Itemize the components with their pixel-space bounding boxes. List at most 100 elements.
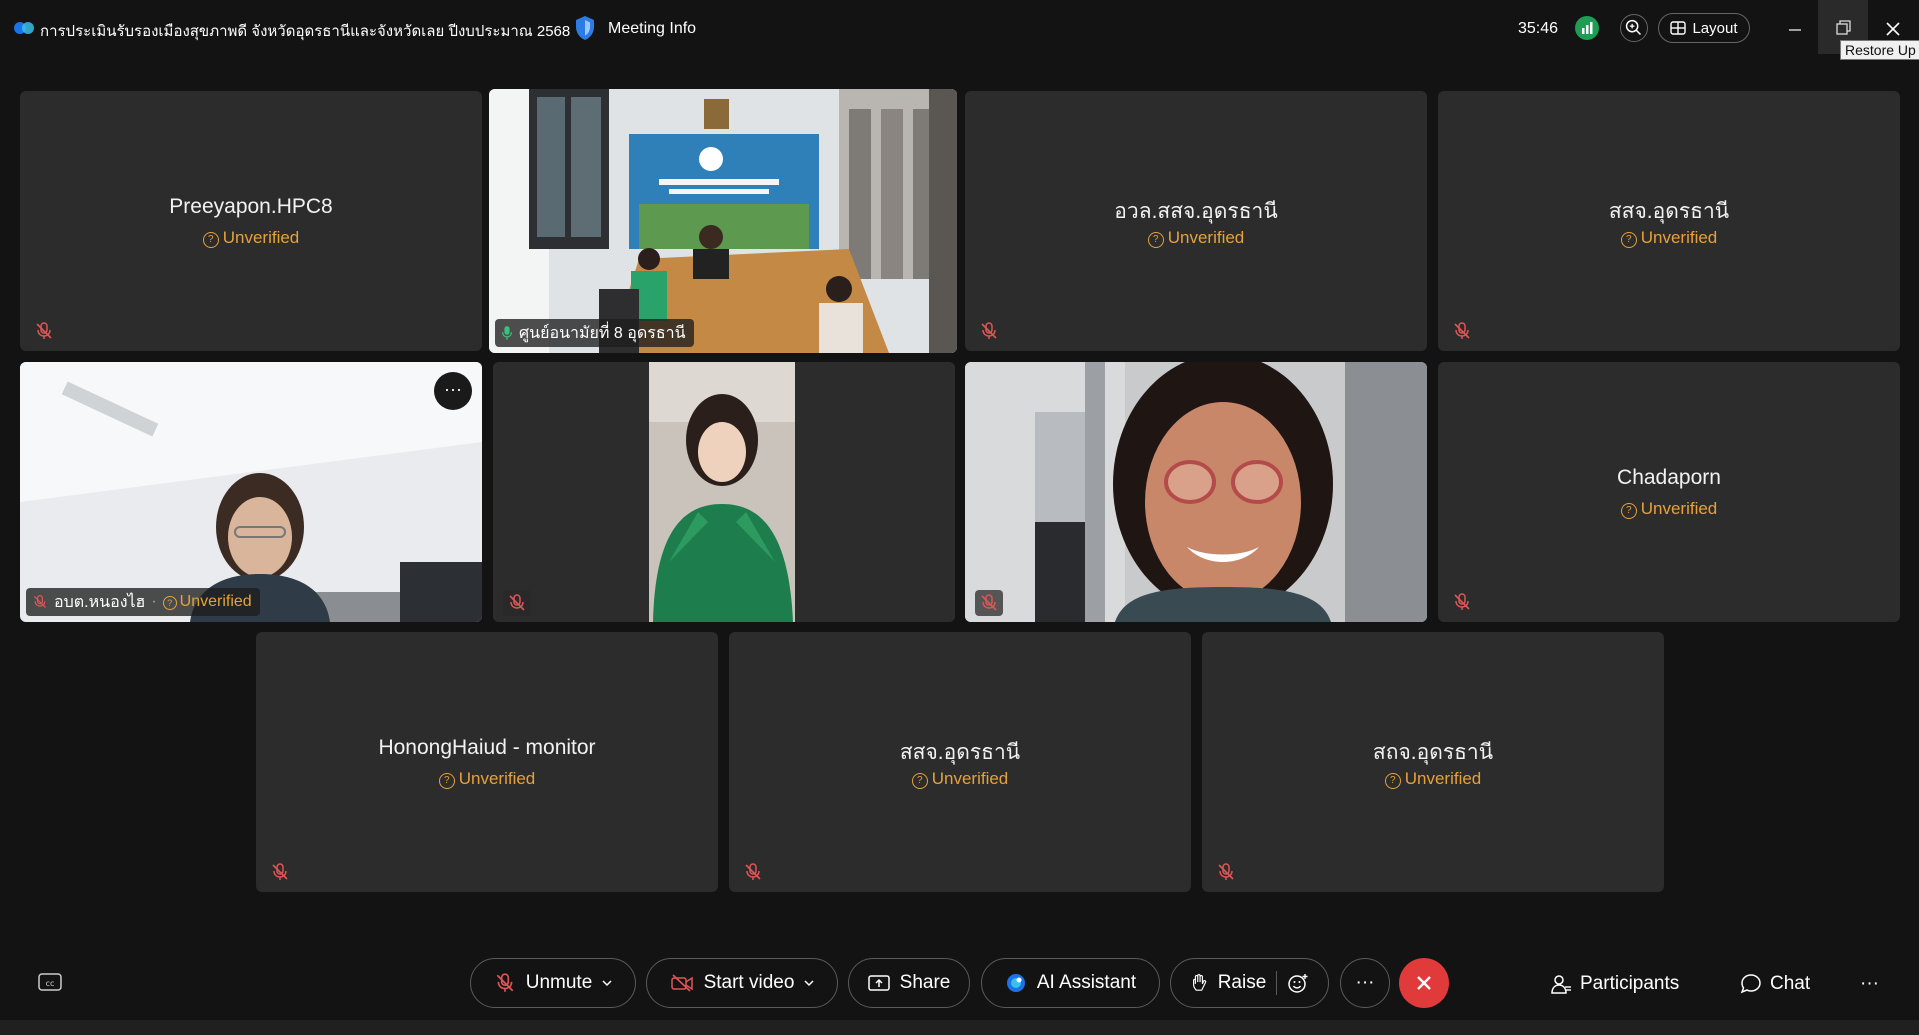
participant-tile[interactable]: Preeyapon.HPC8 ? Unverified [20,91,482,351]
ai-assistant-button[interactable]: AI Assistant [981,958,1160,1008]
unverified-badge: ? Unverified [1438,228,1900,248]
webex-logo-icon [14,22,34,34]
participant-label: อบต.หนองไฮ · ? Unverified [26,588,260,616]
end-call-button[interactable] [1399,958,1449,1008]
participant-tile[interactable]: HonongHaiud - monitor ? Unverified [256,632,718,892]
unverified-badge: ? Unverified [1202,769,1664,789]
reaction-icon[interactable] [1287,972,1309,994]
participant-tile-video-active[interactable]: ศูนย์อนามัยที่ 8 อุดรธานี [489,89,957,353]
share-button[interactable]: Share [848,958,970,1008]
participant-tile-video[interactable]: ··· อบต.หนองไฮ · ? Unverified [20,362,482,622]
zoom-button[interactable] [1620,14,1648,42]
mic-muted-icon [1454,593,1470,610]
question-icon: ? [438,773,455,789]
participant-tile[interactable]: สสจ.อุดรธานี ? Unverified [729,632,1191,892]
question-icon: ? [911,773,928,789]
question-icon: ? [202,232,219,248]
captions-icon[interactable]: cc [38,973,62,993]
unmute-label: Unmute [525,972,593,993]
participant-tile[interactable]: อวล.สสจ.อุดรธานี ? Unverified [965,91,1427,351]
unverified-badge: ? Unverified [162,593,252,611]
layout-label: Layout [1692,19,1738,37]
participant-video-feed [20,362,482,622]
participant-name: อวล.สสจ.อุดรธานี [1114,200,1278,223]
title-bar: การประเมินรับรองเมืองสุขภาพดี จังหวัดอุด… [0,0,1919,60]
mic-muted-icon [509,594,525,611]
meeting-timer: 35:46 [1518,20,1559,37]
ai-assistant-label: AI Assistant [1036,972,1137,993]
participant-name: Preeyapon.HPC8 [169,195,333,218]
unverified-badge: ? Unverified [20,228,482,248]
svg-text:cc: cc [46,979,55,988]
close-icon[interactable] [1880,16,1906,42]
network-signal-icon[interactable] [1575,16,1599,40]
unverified-badge: ? Unverified [729,769,1191,789]
mic-muted-indicator [503,590,531,616]
participant-label: ศูนย์อนามัยที่ 8 อุดรธานี [495,319,694,347]
ai-assistant-icon [1006,974,1025,992]
raise-hand-icon [1192,974,1206,991]
question-icon: ? [1620,232,1637,248]
mic-muted-icon [33,595,47,609]
mic-muted-icon [745,863,761,880]
participants-icon [1551,975,1571,994]
mic-muted-icon [1218,863,1234,880]
mic-on-icon [502,326,512,340]
shield-icon[interactable] [574,15,596,41]
share-icon [867,975,890,991]
participant-video-feed [493,362,955,622]
chat-button[interactable]: Chat [1740,968,1810,1000]
unverified-badge: ? Unverified [1438,499,1900,519]
chat-label: Chat [1770,973,1811,994]
meeting-title: การประเมินรับรองเมืองสุขภาพดี จังหวัดอุด… [40,23,571,40]
mic-muted-icon [981,322,997,339]
participant-tile-video[interactable] [493,362,955,622]
participant-tile[interactable]: สถจ.อุดรธานี ? Unverified [1202,632,1664,892]
participant-tile-video[interactable] [965,362,1427,622]
participant-name: อบต.หนองไฮ [54,593,146,611]
start-video-button[interactable]: Start video [646,958,838,1008]
more-options-button[interactable]: ··· [1340,958,1390,1008]
unmute-button[interactable]: Unmute [470,958,636,1008]
minimize-icon[interactable] [1782,16,1808,42]
chat-icon [1740,974,1761,994]
participant-name: สถจ.อุดรธานี [1372,741,1494,764]
restore-tooltip: Restore Up [1840,40,1919,60]
start-video-label: Start video [703,972,795,993]
mic-muted-indicator [975,590,1003,616]
raise-label: Raise [1217,972,1267,993]
participant-name: ศูนย์อนามัยที่ 8 อุดรธานี [519,324,686,342]
mic-muted-icon [981,594,997,611]
meeting-info-link[interactable]: Meeting Info [608,20,696,38]
tile-more-options-button[interactable]: ··· [434,372,472,410]
more-label: ··· [1355,972,1375,993]
zoom-icon [1625,19,1642,36]
unverified-badge: ? Unverified [256,769,718,789]
question-icon: ? [1620,503,1637,519]
participant-name: สสจ.อุดรธานี [899,741,1021,764]
chevron-down-icon[interactable] [804,978,814,988]
divider [1276,971,1278,995]
participant-name: สสจ.อุดรธานี [1608,200,1730,223]
mic-muted-icon [496,973,514,992]
participant-name: Chadaporn [1617,466,1721,489]
mic-muted-icon [1454,322,1470,339]
raise-button[interactable]: Raise [1170,958,1329,1008]
chevron-down-icon[interactable] [602,978,612,988]
share-label: Share [899,972,951,993]
mic-muted-icon [272,863,288,880]
video-off-icon [670,974,693,992]
participants-label: Participants [1580,973,1680,994]
layout-button[interactable]: Layout [1658,13,1750,43]
participants-button[interactable]: Participants [1550,968,1679,1000]
participant-tile[interactable]: Chadaporn ? Unverified [1438,362,1900,622]
question-icon: ? [1147,232,1164,248]
participant-tile[interactable]: สสจ.อุดรธานี ? Unverified [1438,91,1900,351]
question-icon: ? [1384,773,1401,789]
room-video-feed [489,89,957,353]
layout-icon [1670,21,1687,35]
taskbar-strip [0,1020,1919,1035]
end-call-icon [1417,976,1431,990]
unverified-badge: ? Unverified [965,228,1427,248]
overflow-menu-button[interactable]: ··· [1860,968,1879,1000]
